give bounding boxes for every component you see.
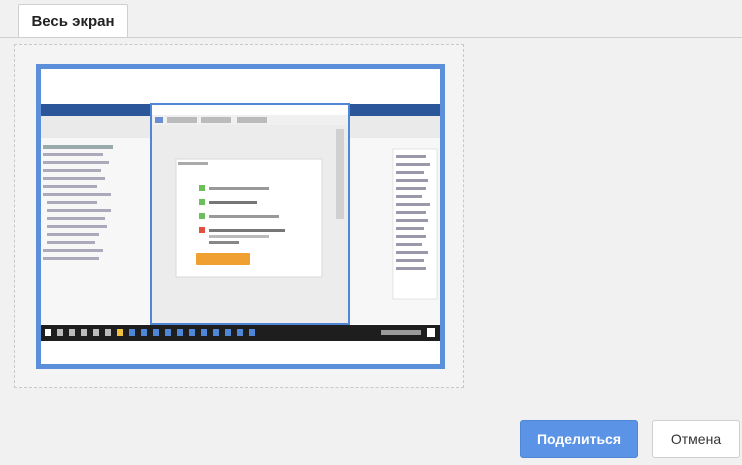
screen-thumbnail[interactable] (36, 64, 445, 369)
cancel-button[interactable]: Отмена (652, 420, 740, 458)
screen-preview-image (41, 69, 440, 364)
tab-entire-screen[interactable]: Весь экран (18, 4, 128, 38)
share-button[interactable]: Поделиться (520, 420, 638, 458)
tab-divider (0, 37, 742, 38)
tab-bar: Весь экран (0, 0, 742, 38)
